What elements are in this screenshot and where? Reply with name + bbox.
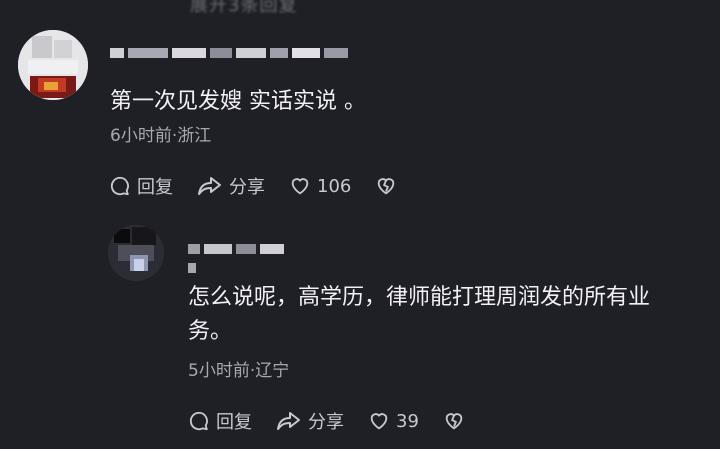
collapsed-replies-link[interactable]: 展开3条回复 (190, 0, 297, 17)
reply-text: 怎么说呢，高学历，律师能打理周润发的所有业 务。 (188, 285, 651, 344)
comment-meta: 6小时前·浙江 (110, 126, 212, 146)
heart-icon (291, 178, 309, 195)
like-button[interactable]: 39 (368, 410, 419, 432)
comment-text: 第一次见发嫂 实话实说 。 (110, 89, 366, 114)
reply-button[interactable]: 回复 (109, 173, 173, 199)
comment-actions: 回复 分享 106 (109, 173, 427, 199)
avatar[interactable] (108, 225, 164, 281)
broken-heart-icon (445, 413, 463, 430)
reply-button[interactable]: 回复 (188, 408, 252, 434)
broken-heart-icon (378, 178, 395, 195)
comment-bubble-icon (189, 411, 208, 431)
reply-meta: 5小时前·辽宁 (188, 361, 290, 381)
share-button[interactable]: 分享 (197, 173, 265, 199)
username-redacted (110, 42, 382, 58)
like-count: 39 (396, 410, 419, 432)
like-button[interactable]: 106 (289, 175, 351, 197)
heart-icon (370, 413, 388, 430)
reply-actions: 回复 分享 39 (188, 408, 495, 434)
username-redacted (188, 238, 296, 273)
avatar[interactable] (18, 30, 88, 100)
dislike-button[interactable] (443, 410, 471, 432)
share-button[interactable]: 分享 (276, 408, 344, 434)
comment-bubble-icon (110, 176, 129, 196)
share-arrow-icon (277, 412, 300, 430)
share-arrow-icon (198, 177, 221, 195)
dislike-button[interactable] (375, 175, 403, 197)
like-count: 106 (317, 175, 352, 197)
